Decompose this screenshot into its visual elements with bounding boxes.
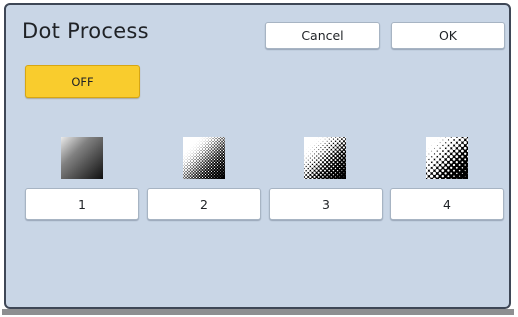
dialog-title: Dot Process — [22, 19, 149, 43]
medium-coarse-halftone-swatch-icon — [304, 137, 346, 179]
dot-option-4-button[interactable]: 4 — [390, 188, 504, 220]
dot-option-2-button[interactable]: 2 — [147, 188, 261, 220]
cancel-button[interactable]: Cancel — [265, 22, 380, 49]
dialog-bottom-shadow — [2, 309, 514, 315]
off-toggle-button[interactable]: OFF — [25, 65, 140, 98]
fine-halftone-swatch-icon — [61, 137, 103, 179]
dot-option-3-button[interactable]: 3 — [269, 188, 383, 220]
ok-button[interactable]: OK — [391, 22, 505, 49]
dot-option-1-button[interactable]: 1 — [25, 188, 139, 220]
coarse-halftone-swatch-icon — [426, 137, 468, 179]
medium-fine-halftone-swatch-icon — [183, 137, 225, 179]
